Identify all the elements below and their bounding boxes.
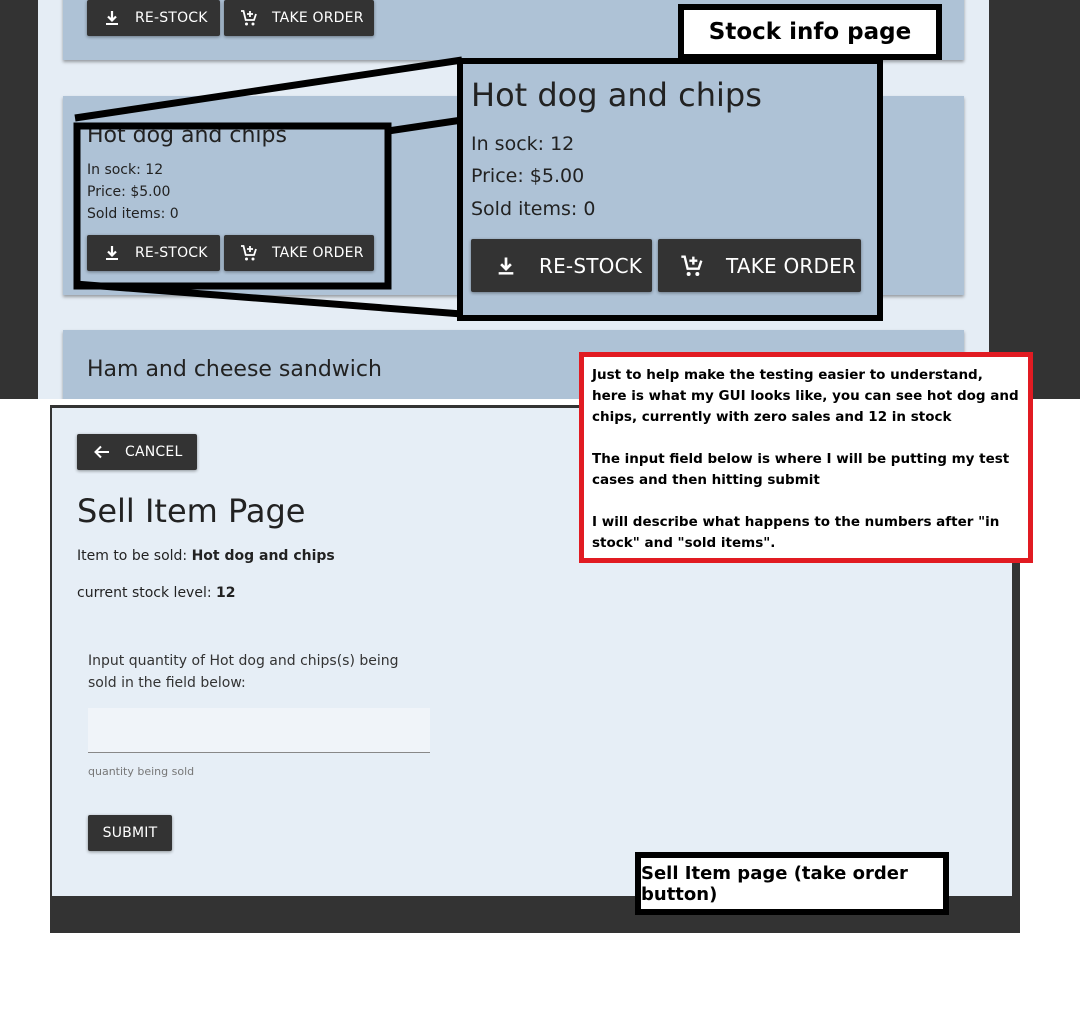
cancel-button[interactable]: CANCEL xyxy=(77,434,197,470)
current-stock-level: current stock level: 12 xyxy=(77,585,236,601)
zoomed-price: Price: $5.00 xyxy=(471,165,585,187)
zoomed-sold-items: Sold items: 0 xyxy=(471,198,596,220)
item-name: Hot dog and chips xyxy=(191,548,335,564)
note-paragraph-2: The input field below is where I will be… xyxy=(592,451,1010,488)
zoomed-stock-count: In sock: 12 xyxy=(471,133,575,155)
quantity-input[interactable] xyxy=(88,708,430,753)
connector-line-top xyxy=(74,56,463,122)
zoomed-product-title: Hot dog and chips xyxy=(471,76,762,114)
stock-info-label: Stock info page xyxy=(678,4,942,60)
zoomed-take-order-button[interactable]: TAKE ORDER xyxy=(658,239,861,292)
zoomed-product-card: Hot dog and chips In sock: 12 Price: $5.… xyxy=(463,64,877,315)
add-shopping-cart-icon xyxy=(680,254,704,278)
zoomed-card-frame: Hot dog and chips In sock: 12 Price: $5.… xyxy=(457,58,883,321)
annotation-note: Just to help make the testing easier to … xyxy=(579,352,1033,563)
download-icon xyxy=(495,255,517,277)
quantity-helper-text: quantity being sold xyxy=(88,765,195,778)
connector-line-mid xyxy=(387,116,463,135)
submit-button[interactable]: SUBMIT xyxy=(88,815,172,851)
sell-item-label: Sell Item page (take order button) xyxy=(635,852,949,915)
note-paragraph-3: I will describe what happens to the numb… xyxy=(592,514,1000,551)
note-paragraph-1: Just to help make the testing easier to … xyxy=(592,367,1019,425)
stock-value: 12 xyxy=(216,585,236,601)
page-title: Sell Item Page xyxy=(77,492,306,530)
zoomed-restock-button[interactable]: RE-STOCK xyxy=(471,239,652,292)
quantity-instruction: Input quantity of Hot dog and chips(s) b… xyxy=(88,653,399,691)
item-to-sell: Item to be sold: Hot dog and chips xyxy=(77,548,335,564)
zoom-source-box xyxy=(73,122,392,290)
arrow-left-icon xyxy=(93,443,111,461)
